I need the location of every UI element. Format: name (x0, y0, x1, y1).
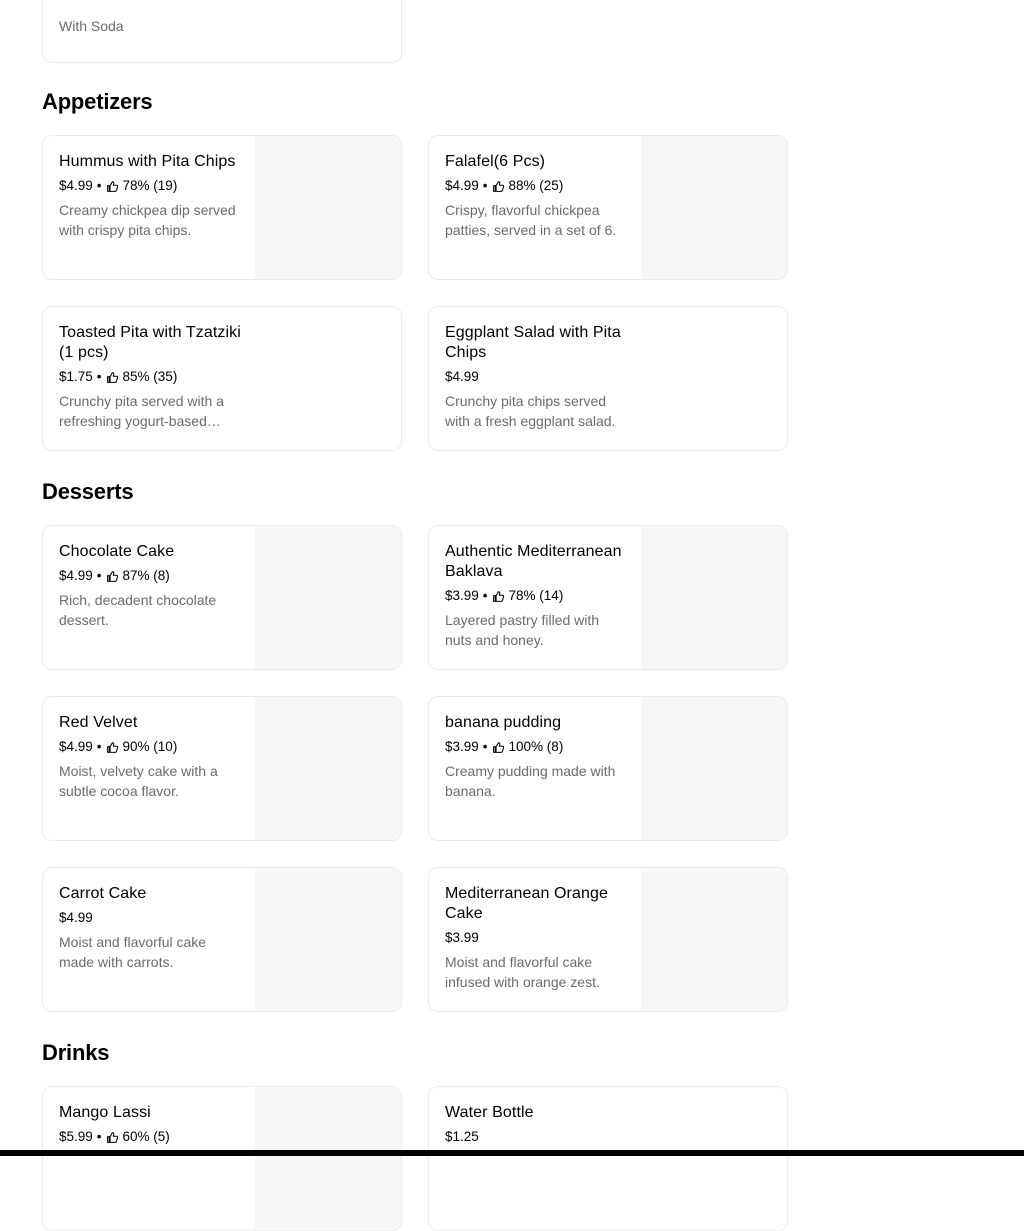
menu-item-card[interactable]: With Soda (42, 0, 402, 63)
item-image (255, 136, 401, 279)
menu-item-card[interactable]: Eggplant Salad with Pita Chips $4.99 Cru… (428, 306, 788, 451)
item-rating: 60% (5) (122, 1129, 170, 1144)
thumbs-up-icon (492, 590, 504, 602)
thumbs-up-icon (106, 371, 118, 383)
item-image (641, 136, 787, 279)
item-title: Hummus with Pita Chips (59, 153, 236, 170)
item-meta: $4.99 • 88% (25) (445, 178, 564, 193)
item-meta: $4.99 (445, 368, 629, 386)
thumbs-up-icon (492, 180, 504, 192)
menu-item-card[interactable]: Chocolate Cake $4.99 • 87% (8) Rich, deca… (42, 525, 402, 670)
item-image (255, 307, 401, 450)
item-price: $3.99 (445, 930, 479, 945)
item-price: $4.99 (59, 568, 93, 583)
item-title: Authentic Mediterranean Baklava (445, 543, 622, 580)
menu-item-card[interactable]: Mango Lassi $5.99 • 60% (5) (42, 1086, 402, 1231)
item-meta: $4.99 • 90% (10) (59, 739, 178, 754)
item-price: $3.99 (445, 588, 479, 603)
item-rating: 85% (35) (122, 369, 178, 384)
item-description: With Soda (59, 18, 124, 34)
item-description: Crunchy pita chips served with a fresh e… (445, 393, 616, 429)
item-meta: $1.25 (445, 1128, 629, 1146)
item-image (641, 868, 787, 1011)
menu-item-card[interactable]: banana pudding $3.99 • 100% (8) Creamy pu… (428, 696, 788, 841)
item-price: $5.99 (59, 1129, 93, 1144)
item-price: $3.99 (445, 739, 479, 754)
item-price: $4.99 (445, 178, 479, 193)
item-meta: $4.99 • 87% (8) (59, 568, 170, 583)
item-image (641, 697, 787, 840)
item-description: Moist, velvety cake with a subtle cocoa … (59, 763, 218, 799)
item-title: Eggplant Salad with Pita Chips (445, 324, 621, 361)
item-meta: $1.75 • 85% (35) (59, 369, 178, 384)
item-meta: $5.99 • 60% (5) (59, 1129, 170, 1144)
item-title: banana pudding (445, 714, 562, 731)
item-price: $1.25 (445, 1129, 479, 1144)
item-title: Red Velvet (59, 714, 138, 731)
item-title: Mango Lassi (59, 1104, 151, 1121)
menu-item-card[interactable]: Carrot Cake $4.99 Moist and flavorful ca… (42, 867, 402, 1012)
section-title-desserts: Desserts (42, 479, 134, 504)
item-image (255, 868, 401, 1011)
item-meta: $4.99 • 78% (19) (59, 178, 178, 193)
section-title-drinks: Drinks (42, 1040, 110, 1065)
item-meta: $4.99 (59, 909, 243, 927)
item-title: Carrot Cake (59, 885, 147, 902)
item-description: Rich, decadent chocolate dessert. (59, 592, 217, 628)
thumbs-up-icon (106, 180, 118, 192)
item-title: Mediterranean Orange Cake (445, 885, 608, 922)
item-price: $4.99 (445, 369, 479, 384)
menu-item-card[interactable]: Hummus with Pita Chips $4.99 • 78% (19) C… (42, 135, 402, 280)
thumbs-up-icon (106, 1131, 118, 1143)
thumbs-up-icon (106, 570, 118, 582)
item-price: $4.99 (59, 910, 93, 925)
section-title-appetizers: Appetizers (42, 89, 153, 114)
item-rating: 87% (8) (122, 568, 170, 583)
item-description: Crunchy pita served with a refreshing yo… (59, 393, 224, 429)
item-description: Moist and flavorful cake made with carro… (59, 934, 207, 970)
bottom-bar (0, 1150, 1024, 1156)
item-image (641, 526, 787, 669)
item-price: $4.99 (59, 178, 93, 193)
thumbs-up-icon (492, 741, 504, 753)
item-title: Water Bottle (445, 1104, 534, 1121)
menu-item-card[interactable]: Falafel(6 Pcs) $4.99 • 88% (25) Crispy, f… (428, 135, 788, 280)
menu-item-card[interactable]: Mediterranean Orange Cake $3.99 Moist an… (428, 867, 788, 1012)
item-image (255, 1087, 401, 1230)
item-price: $1.75 (59, 369, 93, 384)
menu-item-card[interactable]: Toasted Pita with Tzatziki (1 pcs) $1.75… (42, 306, 402, 451)
item-title: Falafel(6 Pcs) (445, 153, 546, 170)
item-meta: $3.99 • 100% (8) (445, 739, 564, 754)
item-meta: $3.99 • 78% (14) (445, 588, 564, 603)
item-title: Chocolate Cake (59, 543, 175, 560)
menu-item-card[interactable]: Authentic Mediterranean Baklava $3.99 • 7… (428, 525, 788, 670)
item-rating: 78% (19) (122, 178, 178, 193)
item-rating: 100% (8) (508, 739, 564, 754)
menu-item-card[interactable]: Water Bottle $1.25 (428, 1086, 788, 1231)
item-rating: 88% (25) (508, 178, 564, 193)
menu-item-card[interactable]: Red Velvet $4.99 • 90% (10) Moist, velvet… (42, 696, 402, 841)
thumbs-up-icon (106, 741, 118, 753)
item-rating: 78% (14) (508, 588, 564, 603)
item-price: $4.99 (59, 739, 93, 754)
item-meta: $3.99 (445, 929, 629, 947)
item-description: Layered pastry filled with nuts and hone… (445, 612, 600, 648)
item-rating: 90% (10) (122, 739, 178, 754)
item-title: Toasted Pita with Tzatziki (1 pcs) (59, 324, 241, 361)
item-image (255, 697, 401, 840)
item-description: Creamy pudding made with banana. (445, 763, 616, 799)
item-description: Crispy, flavorful chickpea patties, serv… (445, 202, 617, 238)
item-description: Moist and flavorful cake infused with or… (445, 954, 600, 990)
item-image (255, 526, 401, 669)
item-description: Creamy chickpea dip served with crispy p… (59, 202, 236, 238)
